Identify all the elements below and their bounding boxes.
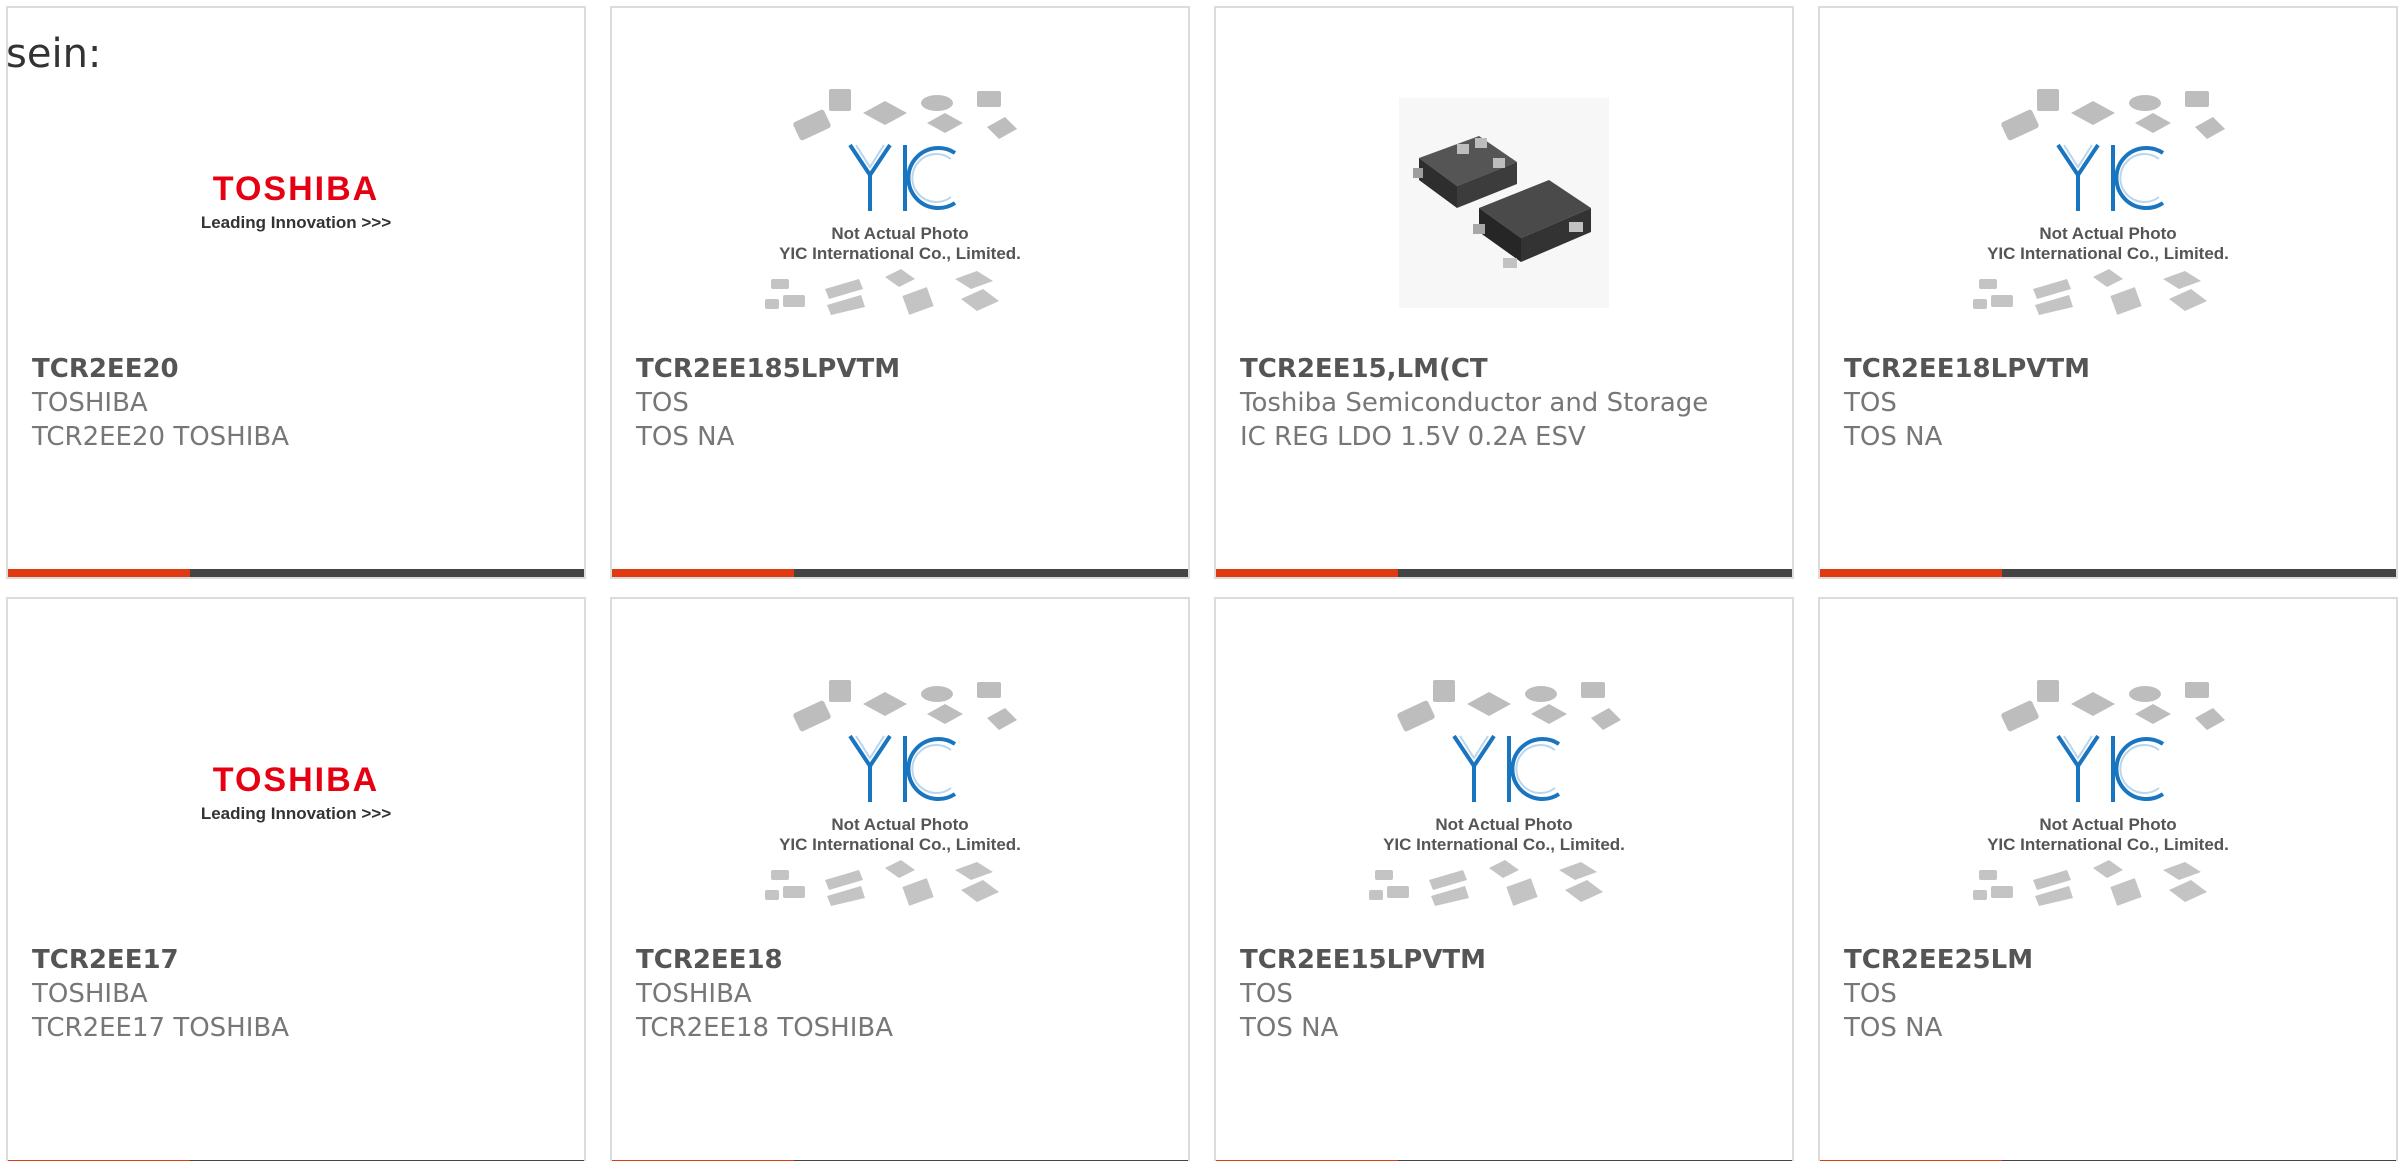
yic-placeholder-image: Not Actual Photo YIC International Co., … (1369, 680, 1625, 906)
product-image: Not Actual Photo YIC International Co., … (1820, 669, 2396, 919)
manufacturer: TOSHIBA (636, 979, 752, 1009)
svg-text:YIC International Co., Limited: YIC International Co., Limited. (1383, 835, 1625, 854)
product-card[interactable]: Not Actual Photo YIC International Co., … (1818, 597, 2398, 1161)
yic-placeholder-image: Not Actual Photo YIC International Co., … (765, 89, 1021, 315)
product-card[interactable]: TCR2EE15,LM(CT Toshiba Semiconductor and… (1214, 6, 1794, 579)
manufacturer: TOS (636, 388, 689, 418)
svg-text:YIC International Co., Limited: YIC International Co., Limited. (779, 835, 1021, 854)
toshiba-logo: TOSHIBA Leading Innovation >>> (201, 170, 391, 232)
product-info: TCR2EE20 TOSHIBA TCR2EE20 TOSHIBA (32, 352, 562, 454)
product-card[interactable]: Not Actual Photo YIC International Co., … (610, 597, 1190, 1161)
svg-text:YIC International Co., Limited: YIC International Co., Limited. (779, 244, 1021, 263)
part-number: TCR2EE25LM (1844, 945, 2034, 975)
manufacturer: Toshiba Semiconductor and Storage (1240, 388, 1709, 418)
svg-text:Leading Innovation >>>: Leading Innovation >>> (201, 213, 391, 232)
product-card[interactable]: TOSHIBA Leading Innovation >>> TCR2EE17 … (6, 597, 586, 1161)
svg-text:Not Actual Photo: Not Actual Photo (2039, 224, 2176, 243)
yic-placeholder-image: Not Actual Photo YIC International Co., … (1973, 680, 2229, 906)
yic-placeholder-image: Not Actual Photo YIC International Co., … (765, 680, 1021, 906)
product-image: TOSHIBA Leading Innovation >>> (8, 78, 584, 328)
lead-text: sein: (6, 31, 102, 77)
chip-photo-image (1399, 98, 1609, 308)
svg-text:Not Actual Photo: Not Actual Photo (1435, 815, 1572, 834)
product-info: TCR2EE18LPVTM TOS TOS NA (1844, 352, 2374, 454)
part-number: TCR2EE15,LM(CT (1240, 354, 1488, 384)
part-number: TCR2EE15LPVTM (1240, 945, 1486, 975)
svg-text:Not Actual Photo: Not Actual Photo (2039, 815, 2176, 834)
product-image: Not Actual Photo YIC International Co., … (1820, 78, 2396, 328)
manufacturer: TOS (1844, 979, 1897, 1009)
manufacturer: TOS (1240, 979, 1293, 1009)
product-image: Not Actual Photo YIC International Co., … (1216, 669, 1792, 919)
product-info: TCR2EE18 TOSHIBA TCR2EE18 TOSHIBA (636, 943, 1166, 1045)
description: TCR2EE18 TOSHIBA (636, 1013, 894, 1043)
svg-text:TOSHIBA: TOSHIBA (213, 170, 379, 208)
svg-text:YIC International Co., Limited: YIC International Co., Limited. (1987, 835, 2229, 854)
product-grid: sein: TOSHIBA Leading Innovation >>> TCR… (0, 0, 2400, 1161)
product-image: Not Actual Photo YIC International Co., … (612, 78, 1188, 328)
description: IC REG LDO 1.5V 0.2A ESV (1240, 422, 1586, 452)
manufacturer: TOS (1844, 388, 1897, 418)
product-info: TCR2EE17 TOSHIBA TCR2EE17 TOSHIBA (32, 943, 562, 1045)
part-number: TCR2EE185LPVTM (636, 354, 901, 384)
product-card[interactable]: Not Actual Photo YIC International Co., … (1214, 597, 1794, 1161)
svg-text:Not Actual Photo: Not Actual Photo (831, 224, 968, 243)
manufacturer: TOSHIBA (32, 388, 148, 418)
part-number: TCR2EE20 (32, 354, 179, 384)
description: TOS NA (1844, 422, 1943, 452)
product-image (1216, 78, 1792, 328)
svg-text:YIC International Co., Limited: YIC International Co., Limited. (1987, 244, 2229, 263)
svg-text:Not Actual Photo: Not Actual Photo (831, 815, 968, 834)
part-number: TCR2EE17 (32, 945, 179, 975)
yic-placeholder-image: Not Actual Photo YIC International Co., … (1973, 89, 2229, 315)
description: TOS NA (636, 422, 735, 452)
manufacturer: TOSHIBA (32, 979, 148, 1009)
card-footer-bar (1820, 569, 2396, 577)
toshiba-logo: TOSHIBA Leading Innovation >>> (201, 761, 391, 823)
svg-text:TOSHIBA: TOSHIBA (213, 761, 379, 799)
card-footer-bar (1216, 569, 1792, 577)
product-card[interactable]: Not Actual Photo YIC International Co., … (1818, 6, 2398, 579)
product-image: TOSHIBA Leading Innovation >>> (8, 669, 584, 919)
card-footer-bar (612, 569, 1188, 577)
product-info: TCR2EE185LPVTM TOS TOS NA (636, 352, 1166, 454)
svg-text:Leading Innovation >>>: Leading Innovation >>> (201, 804, 391, 823)
product-card[interactable]: TOSHIBA Leading Innovation >>> TCR2EE20 … (6, 6, 586, 579)
description: TCR2EE20 TOSHIBA (32, 422, 290, 452)
card-footer-bar (8, 569, 584, 577)
product-info: TCR2EE15LPVTM TOS TOS NA (1240, 943, 1770, 1045)
description: TCR2EE17 TOSHIBA (32, 1013, 290, 1043)
product-info: TCR2EE15,LM(CT Toshiba Semiconductor and… (1240, 352, 1770, 454)
part-number: TCR2EE18 (636, 945, 783, 975)
description: TOS NA (1844, 1013, 1943, 1043)
product-info: TCR2EE25LM TOS TOS NA (1844, 943, 2374, 1045)
description: TOS NA (1240, 1013, 1339, 1043)
part-number: TCR2EE18LPVTM (1844, 354, 2090, 384)
product-image: Not Actual Photo YIC International Co., … (612, 669, 1188, 919)
product-card[interactable]: Not Actual Photo YIC International Co., … (610, 6, 1190, 579)
